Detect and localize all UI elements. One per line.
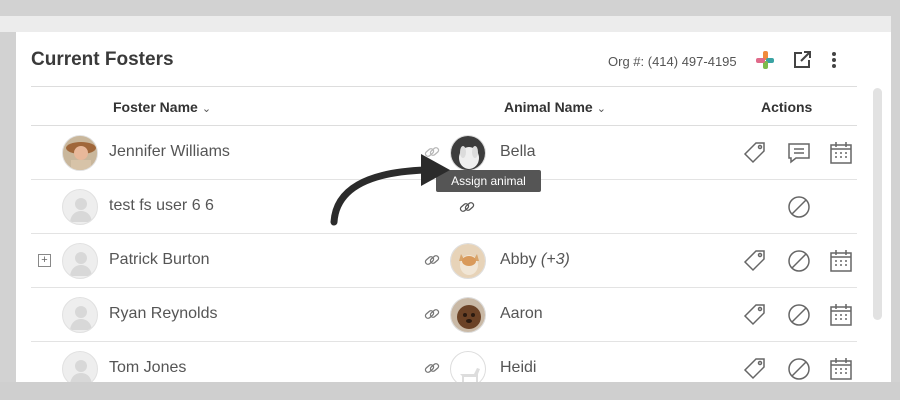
tag-icon[interactable] <box>742 356 768 382</box>
avatar <box>62 351 98 382</box>
calendar-icon[interactable] <box>828 248 854 274</box>
scrollbar[interactable] <box>873 88 882 320</box>
foster-name[interactable]: Patrick Burton <box>109 251 209 269</box>
foster-name[interactable]: test fs user 6 6 <box>109 197 214 215</box>
open-external-icon[interactable] <box>792 50 812 70</box>
foster-name[interactable]: Tom Jones <box>109 359 186 377</box>
table-row: Tom Jones Heidi <box>31 342 857 382</box>
fosters-table: Foster Name ⌄ Animal Name ⌄ Actions Jennif… <box>31 86 857 382</box>
calendar-icon[interactable] <box>828 356 854 382</box>
avatar <box>62 189 98 225</box>
foster-name[interactable]: Jennifer Williams <box>109 143 230 161</box>
foster-name-header[interactable]: Foster Name ⌄ <box>113 99 211 115</box>
avatar <box>62 135 98 171</box>
block-icon[interactable] <box>786 194 812 220</box>
avatar <box>62 243 98 279</box>
add-foster-icon[interactable] <box>755 50 775 70</box>
tag-icon[interactable] <box>742 302 768 328</box>
actions-header: Actions <box>761 99 813 115</box>
frame-bottom <box>0 382 900 400</box>
animal-name[interactable]: Aaron <box>500 305 543 323</box>
page-title: Current Fosters <box>31 49 174 70</box>
table-row: + Patrick Burton Abby (+3) <box>31 234 857 288</box>
curved-arrow-annotation <box>330 154 450 226</box>
animal-name-label: Animal Name <box>504 99 593 115</box>
animal-name[interactable]: Abby (+3) <box>500 251 570 269</box>
tag-icon[interactable] <box>742 248 768 274</box>
expand-row-button[interactable]: + <box>38 254 51 267</box>
tag-icon[interactable] <box>742 140 768 166</box>
block-icon[interactable] <box>786 248 812 274</box>
animal-photo <box>450 297 486 333</box>
calendar-icon[interactable] <box>828 302 854 328</box>
link-icon[interactable] <box>423 251 441 269</box>
sort-chevron-icon: ⌄ <box>596 103 606 115</box>
fosters-card: Current Fosters Org #: (414) 497-4195 Fo… <box>16 32 891 382</box>
frame-right <box>891 16 900 382</box>
org-phone: Org #: (414) 497-4195 <box>608 54 737 69</box>
animal-name[interactable]: Heidi <box>500 359 536 377</box>
animal-photo <box>450 243 486 279</box>
link-icon[interactable] <box>423 305 441 323</box>
animal-name-header[interactable]: Animal Name ⌄ <box>504 99 606 115</box>
animal-name[interactable]: Bella <box>500 143 536 161</box>
top-band <box>0 16 900 32</box>
more-options-icon[interactable] <box>824 50 844 70</box>
animal-photo <box>450 351 486 382</box>
message-icon[interactable] <box>786 140 812 166</box>
additional-animals-count: (+3) <box>540 251 570 268</box>
table-header: Foster Name ⌄ Animal Name ⌄ Actions <box>31 86 857 126</box>
link-icon[interactable] <box>423 359 441 377</box>
block-icon[interactable] <box>786 356 812 382</box>
sort-chevron-icon: ⌄ <box>201 103 212 115</box>
calendar-icon[interactable] <box>828 140 854 166</box>
foster-name-label: Foster Name <box>113 99 198 115</box>
avatar <box>62 297 98 333</box>
table-row: Ryan Reynolds Aaron <box>31 288 857 342</box>
foster-name[interactable]: Ryan Reynolds <box>109 305 218 323</box>
block-icon[interactable] <box>786 302 812 328</box>
